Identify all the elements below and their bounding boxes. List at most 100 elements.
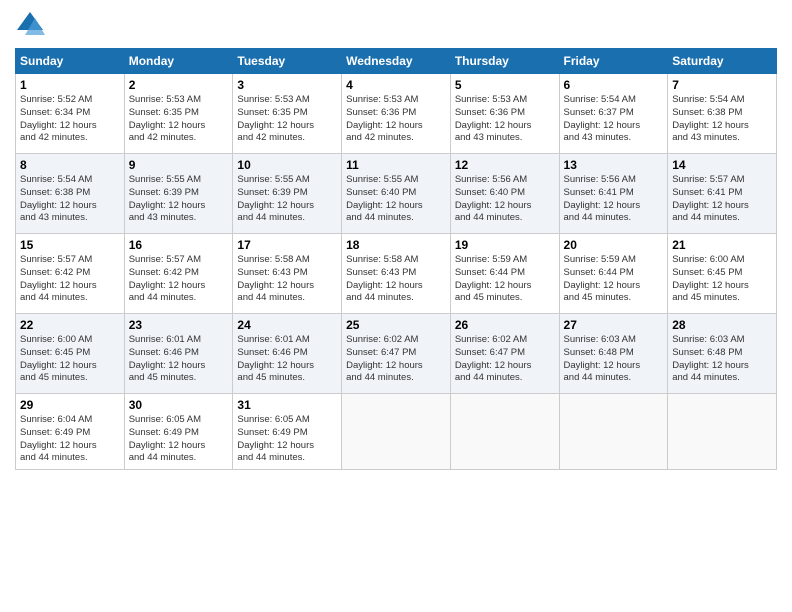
logo-icon <box>15 10 45 40</box>
calendar-cell: 28Sunrise: 6:03 AMSunset: 6:48 PMDayligh… <box>668 314 777 394</box>
header <box>15 10 777 40</box>
day-number: 6 <box>564 78 664 92</box>
calendar-cell: 23 Sunrise: 6:01 AMSunset: 6:46 PMDayligh… <box>124 314 233 394</box>
day-info: Sunrise: 5:59 AMSunset: 6:44 PMDaylight:… <box>455 254 555 305</box>
calendar-cell: 1 Sunrise: 5:52 AMSunset: 6:34 PMDaylight… <box>16 74 125 154</box>
logo <box>15 10 49 40</box>
calendar-cell: 30 Sunrise: 6:05 AMSunset: 6:49 PMDayligh… <box>124 394 233 470</box>
day-number: 16 <box>129 238 229 252</box>
day-info: Sunrise: 5:53 AMSunset: 6:35 PMDaylight:… <box>129 94 229 145</box>
day-info: Sunrise: 6:01 AMSunset: 6:46 PMDaylight:… <box>237 334 337 385</box>
day-number: 30 <box>129 398 229 412</box>
day-info: Sunrise: 6:02 AMSunset: 6:47 PMDaylight:… <box>346 334 446 385</box>
day-number: 1 <box>20 78 120 92</box>
day-number: 3 <box>237 78 337 92</box>
col-header-monday: Monday <box>124 49 233 74</box>
calendar-cell: 12Sunrise: 5:56 AMSunset: 6:40 PMDayligh… <box>450 154 559 234</box>
page: SundayMondayTuesdayWednesdayThursdayFrid… <box>0 0 792 612</box>
calendar-cell: 5Sunrise: 5:53 AMSunset: 6:36 PMDaylight… <box>450 74 559 154</box>
calendar-cell <box>342 394 451 470</box>
calendar-cell: 4 Sunrise: 5:53 AMSunset: 6:36 PMDaylight… <box>342 74 451 154</box>
col-header-sunday: Sunday <box>16 49 125 74</box>
day-number: 22 <box>20 318 120 332</box>
day-info: Sunrise: 5:59 AMSunset: 6:44 PMDaylight:… <box>564 254 664 305</box>
week-row-5: 29Sunrise: 6:04 AMSunset: 6:49 PMDayligh… <box>16 394 777 470</box>
col-header-saturday: Saturday <box>668 49 777 74</box>
week-row-3: 15 Sunrise: 5:57 AMSunset: 6:42 PMDayligh… <box>16 234 777 314</box>
day-number: 8 <box>20 158 120 172</box>
day-info: Sunrise: 5:56 AMSunset: 6:40 PMDaylight:… <box>455 174 555 225</box>
week-row-2: 8 Sunrise: 5:54 AMSunset: 6:38 PMDaylight… <box>16 154 777 234</box>
day-info: Sunrise: 6:03 AMSunset: 6:48 PMDaylight:… <box>672 334 772 385</box>
day-number: 10 <box>237 158 337 172</box>
day-number: 29 <box>20 398 120 412</box>
calendar-cell: 22 Sunrise: 6:00 AMSunset: 6:45 PMDayligh… <box>16 314 125 394</box>
day-info: Sunrise: 5:55 AMSunset: 6:40 PMDaylight:… <box>346 174 446 225</box>
day-number: 17 <box>237 238 337 252</box>
day-info: Sunrise: 6:03 AMSunset: 6:48 PMDaylight:… <box>564 334 664 385</box>
calendar-cell: 18Sunrise: 5:58 AMSunset: 6:43 PMDayligh… <box>342 234 451 314</box>
day-number: 27 <box>564 318 664 332</box>
calendar-cell: 11Sunrise: 5:55 AMSunset: 6:40 PMDayligh… <box>342 154 451 234</box>
day-info: Sunrise: 6:02 AMSunset: 6:47 PMDaylight:… <box>455 334 555 385</box>
calendar-cell: 31 Sunrise: 6:05 AMSunset: 6:49 PMDayligh… <box>233 394 342 470</box>
day-number: 21 <box>672 238 772 252</box>
day-number: 7 <box>672 78 772 92</box>
col-header-friday: Friday <box>559 49 668 74</box>
calendar-cell <box>668 394 777 470</box>
calendar-cell: 20 Sunrise: 5:59 AMSunset: 6:44 PMDayligh… <box>559 234 668 314</box>
day-number: 23 <box>129 318 229 332</box>
day-number: 14 <box>672 158 772 172</box>
calendar-header: SundayMondayTuesdayWednesdayThursdayFrid… <box>16 49 777 74</box>
calendar-cell: 14 Sunrise: 5:57 AMSunset: 6:41 PMDayligh… <box>668 154 777 234</box>
calendar-cell: 24Sunrise: 6:01 AMSunset: 6:46 PMDayligh… <box>233 314 342 394</box>
calendar-cell: 15Sunrise: 5:57 AMSunset: 6:42 PMDayligh… <box>16 234 125 314</box>
calendar-cell: 8 Sunrise: 5:54 AMSunset: 6:38 PMDaylight… <box>16 154 125 234</box>
day-number: 31 <box>237 398 337 412</box>
calendar-body: 1 Sunrise: 5:52 AMSunset: 6:34 PMDaylight… <box>16 74 777 470</box>
day-info: Sunrise: 5:52 AMSunset: 6:34 PMDaylight:… <box>20 94 120 145</box>
week-row-4: 22 Sunrise: 6:00 AMSunset: 6:45 PMDayligh… <box>16 314 777 394</box>
calendar-cell: 17 Sunrise: 5:58 AMSunset: 6:43 PMDayligh… <box>233 234 342 314</box>
day-info: Sunrise: 5:53 AMSunset: 6:36 PMDaylight:… <box>455 94 555 145</box>
week-row-1: 1 Sunrise: 5:52 AMSunset: 6:34 PMDaylight… <box>16 74 777 154</box>
calendar-cell: 25Sunrise: 6:02 AMSunset: 6:47 PMDayligh… <box>342 314 451 394</box>
day-number: 2 <box>129 78 229 92</box>
day-info: Sunrise: 5:53 AMSunset: 6:35 PMDaylight:… <box>237 94 337 145</box>
day-number: 4 <box>346 78 446 92</box>
day-info: Sunrise: 5:53 AMSunset: 6:36 PMDaylight:… <box>346 94 446 145</box>
day-info: Sunrise: 6:01 AMSunset: 6:46 PMDaylight:… <box>129 334 229 385</box>
day-number: 19 <box>455 238 555 252</box>
calendar-cell: 10 Sunrise: 5:55 AMSunset: 6:39 PMDayligh… <box>233 154 342 234</box>
day-info: Sunrise: 5:57 AMSunset: 6:41 PMDaylight:… <box>672 174 772 225</box>
day-number: 20 <box>564 238 664 252</box>
col-header-thursday: Thursday <box>450 49 559 74</box>
day-number: 26 <box>455 318 555 332</box>
day-info: Sunrise: 5:54 AMSunset: 6:38 PMDaylight:… <box>20 174 120 225</box>
calendar-cell: 7Sunrise: 5:54 AMSunset: 6:38 PMDaylight… <box>668 74 777 154</box>
calendar-cell: 21 Sunrise: 6:00 AMSunset: 6:45 PMDayligh… <box>668 234 777 314</box>
day-info: Sunrise: 5:55 AMSunset: 6:39 PMDaylight:… <box>237 174 337 225</box>
calendar-cell: 9 Sunrise: 5:55 AMSunset: 6:39 PMDaylight… <box>124 154 233 234</box>
day-info: Sunrise: 6:00 AMSunset: 6:45 PMDaylight:… <box>672 254 772 305</box>
calendar-cell: 13 Sunrise: 5:56 AMSunset: 6:41 PMDayligh… <box>559 154 668 234</box>
day-info: Sunrise: 6:00 AMSunset: 6:45 PMDaylight:… <box>20 334 120 385</box>
day-number: 13 <box>564 158 664 172</box>
calendar-cell: 16 Sunrise: 5:57 AMSunset: 6:42 PMDayligh… <box>124 234 233 314</box>
calendar-cell <box>450 394 559 470</box>
calendar-cell: 3 Sunrise: 5:53 AMSunset: 6:35 PMDaylight… <box>233 74 342 154</box>
day-info: Sunrise: 5:55 AMSunset: 6:39 PMDaylight:… <box>129 174 229 225</box>
day-number: 15 <box>20 238 120 252</box>
calendar-cell: 2 Sunrise: 5:53 AMSunset: 6:35 PMDaylight… <box>124 74 233 154</box>
calendar-cell: 19 Sunrise: 5:59 AMSunset: 6:44 PMDayligh… <box>450 234 559 314</box>
day-info: Sunrise: 6:05 AMSunset: 6:49 PMDaylight:… <box>237 414 337 465</box>
header-row: SundayMondayTuesdayWednesdayThursdayFrid… <box>16 49 777 74</box>
calendar-cell: 26 Sunrise: 6:02 AMSunset: 6:47 PMDayligh… <box>450 314 559 394</box>
day-info: Sunrise: 5:58 AMSunset: 6:43 PMDaylight:… <box>237 254 337 305</box>
day-info: Sunrise: 6:05 AMSunset: 6:49 PMDaylight:… <box>129 414 229 465</box>
day-info: Sunrise: 5:57 AMSunset: 6:42 PMDaylight:… <box>129 254 229 305</box>
day-info: Sunrise: 5:56 AMSunset: 6:41 PMDaylight:… <box>564 174 664 225</box>
day-number: 9 <box>129 158 229 172</box>
day-info: Sunrise: 5:58 AMSunset: 6:43 PMDaylight:… <box>346 254 446 305</box>
col-header-wednesday: Wednesday <box>342 49 451 74</box>
